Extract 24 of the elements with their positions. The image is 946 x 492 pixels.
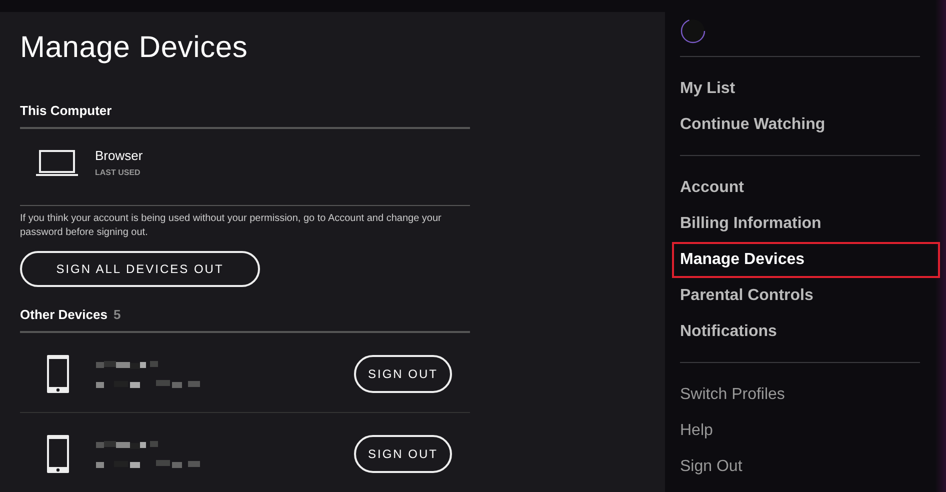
phone-icon [46, 354, 70, 394]
sidebar-item[interactable]: Account [672, 170, 912, 206]
sidebar-item[interactable]: Billing Information [672, 206, 912, 242]
device-meta: LAST USED [95, 168, 142, 178]
sidebar-item[interactable]: Notifications [672, 314, 912, 350]
section-heading: This Computer [20, 103, 113, 119]
phone-icon [46, 434, 70, 474]
sidebar-item[interactable]: Sign Out [672, 449, 912, 485]
sidebar-item[interactable]: My List [672, 71, 912, 107]
sign-all-out-button[interactable]: SIGN ALL DEVICES OUT [20, 251, 260, 287]
sidebar-item[interactable]: Manage Devices [672, 242, 940, 278]
sign-out-button[interactable]: SIGN OUT [354, 355, 452, 394]
laptop-icon [36, 150, 78, 176]
device-name: Browser [95, 148, 143, 164]
sign-out-button[interactable]: SIGN OUT [354, 435, 452, 474]
sidebar-item[interactable]: Parental Controls [672, 278, 912, 314]
sidebar-item[interactable]: Help [672, 413, 912, 449]
notice-text: If you think your account is being used without your permission, go to Account and change your password before signing out. [20, 212, 442, 240]
avatar-icon[interactable] [680, 18, 706, 44]
sidebar-item[interactable]: Switch Profiles [672, 377, 912, 413]
section-heading: Other Devices [20, 306, 108, 323]
device-count: 5 [113, 306, 121, 323]
sidebar-item[interactable]: Continue Watching [672, 107, 912, 143]
page-title: Manage Devices [20, 30, 249, 66]
